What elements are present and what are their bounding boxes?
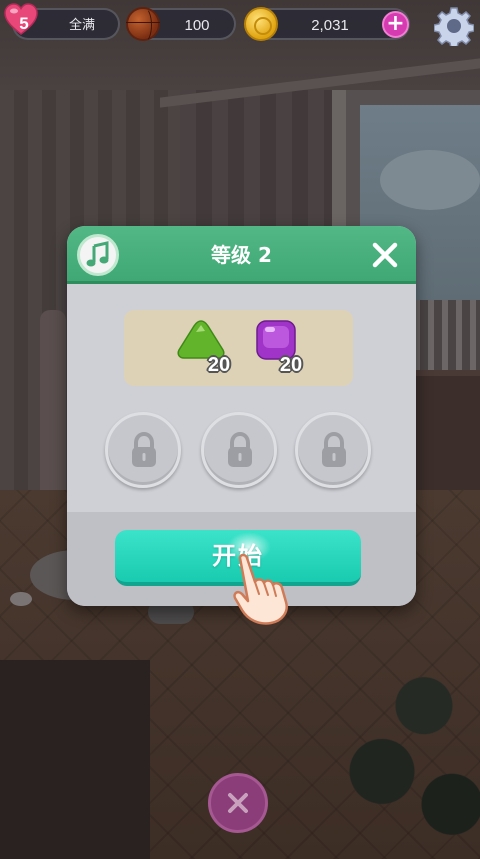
goal-green-gem: 20 — [176, 318, 246, 380]
booster-slot-2[interactable] — [201, 412, 277, 488]
bottom-close-button[interactable] — [208, 773, 268, 833]
coin-icon — [244, 7, 278, 41]
pointing-hand-icon — [233, 553, 288, 625]
dialog-body: 20 20 — [67, 284, 416, 512]
lock-icon — [322, 431, 346, 467]
goal-green-count: 20 — [207, 354, 231, 376]
booster-slot-3[interactable] — [295, 412, 371, 488]
close-icon — [228, 793, 248, 813]
close-icon[interactable] — [370, 240, 400, 270]
goal-purple-gem: 20 — [250, 318, 320, 380]
lock-icon — [228, 431, 252, 467]
ball-count: 100 — [184, 17, 210, 34]
dialog-header: 等级 2 — [67, 226, 416, 284]
music-note-icon — [86, 241, 109, 267]
ball-icon — [126, 7, 160, 43]
lock-icon — [132, 431, 156, 467]
lives-status: 全满 — [68, 18, 95, 33]
booster-slot-1[interactable] — [105, 412, 181, 488]
dialog-title: 等级 2 — [211, 243, 272, 267]
add-coins-button[interactable]: + — [382, 11, 409, 38]
music-toggle-button[interactable] — [77, 234, 119, 276]
gear-icon[interactable] — [434, 6, 474, 46]
plus-icon: + — [386, 11, 405, 36]
level-goals: 20 20 — [124, 310, 353, 386]
coin-count: 2,031 — [311, 17, 349, 34]
lives-count: 5 — [19, 14, 29, 33]
goal-purple-count: 20 — [279, 354, 303, 376]
